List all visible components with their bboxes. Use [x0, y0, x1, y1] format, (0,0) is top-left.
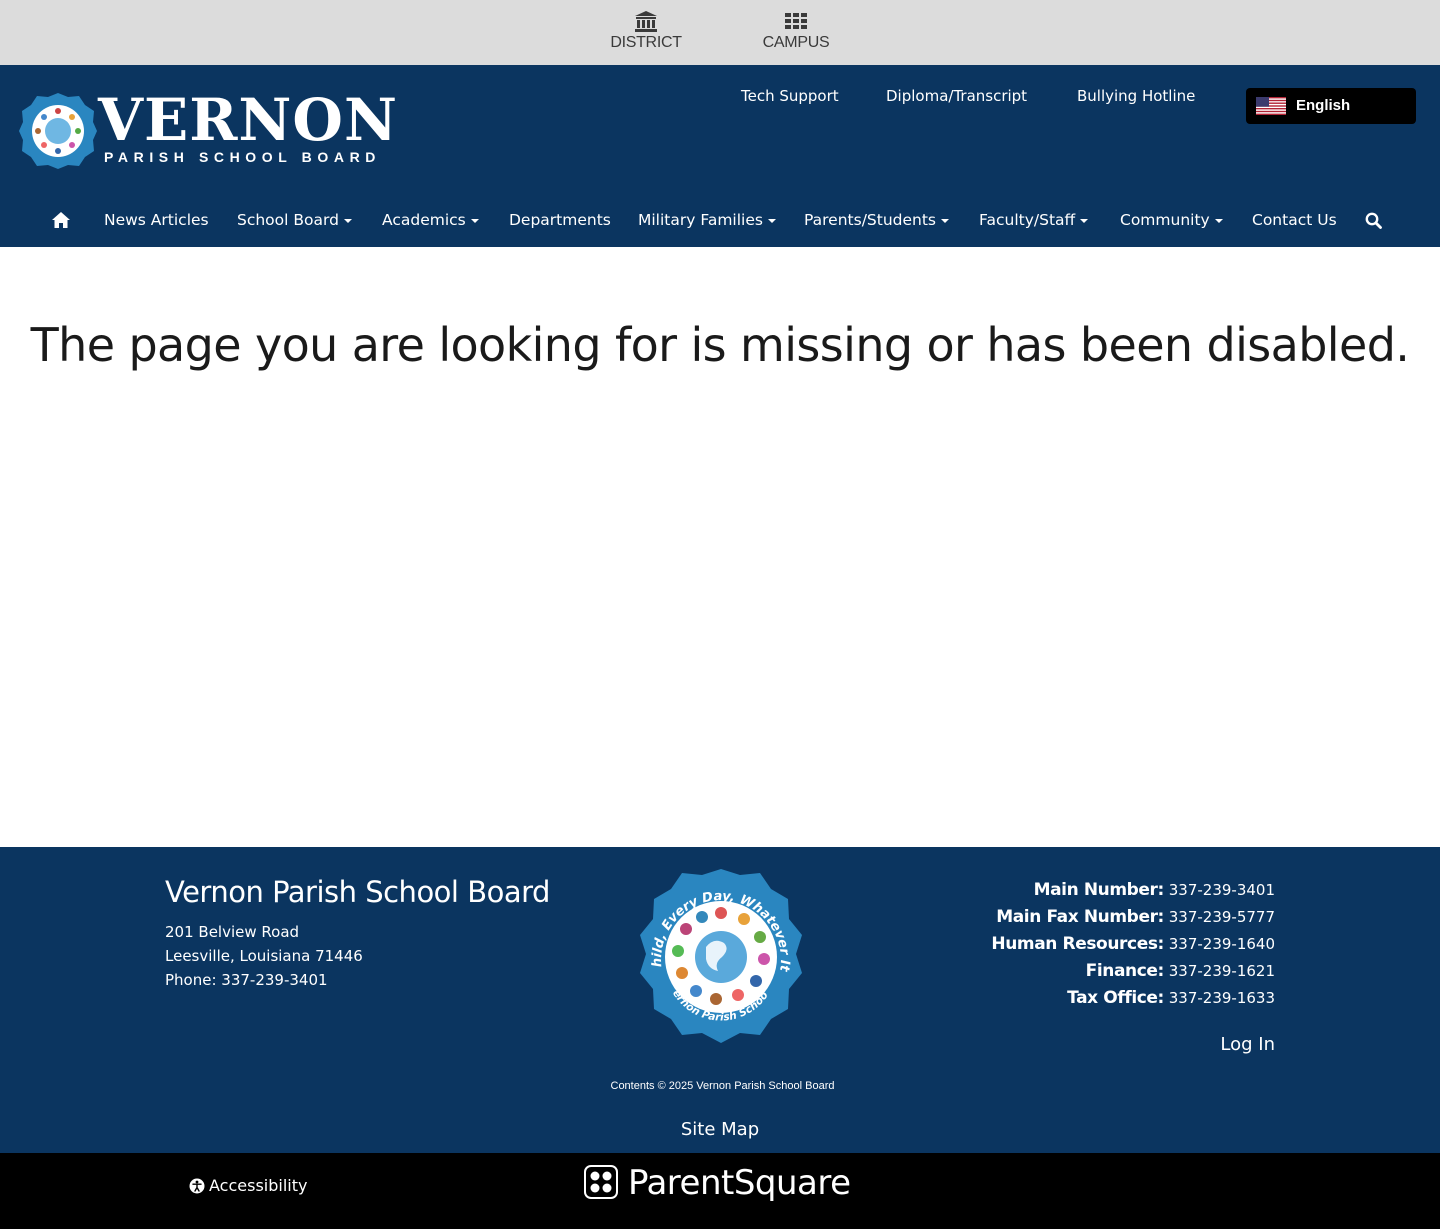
- language-selector[interactable]: English: [1246, 88, 1416, 124]
- caret-down-icon: [941, 218, 950, 223]
- site-header: VERNON PARISH SCHOOL BOARD Tech Support …: [0, 65, 1440, 247]
- district-label: DISTRICT: [610, 34, 682, 51]
- campus-label: CAMPUS: [762, 34, 830, 51]
- nav-community[interactable]: Community: [1120, 211, 1223, 229]
- accessibility-icon: [189, 1178, 205, 1194]
- nav-contact-us[interactable]: Contact Us: [1252, 211, 1337, 229]
- footer-org-name: Vernon Parish School Board: [165, 875, 550, 909]
- contact-human-resources: Human Resources: 337-239-1640: [991, 934, 1275, 954]
- footer-address-line2: Leesville, Louisiana 71446: [165, 947, 363, 965]
- contact-main-fax: Main Fax Number: 337-239-5777: [996, 907, 1275, 927]
- nav-school-board[interactable]: School Board: [237, 211, 352, 229]
- error-message: The page you are looking for is missing …: [30, 318, 1410, 372]
- nav-news-articles[interactable]: News Articles: [104, 211, 209, 229]
- footer-address-line1: 201 Belview Road: [165, 923, 300, 941]
- contact-main-number: Main Number: 337-239-3401: [1033, 880, 1275, 900]
- main-nav: News Articles School Board Academics Dep…: [40, 198, 1420, 244]
- site-footer: Vernon Parish School Board 201 Belview R…: [0, 847, 1440, 1153]
- nav-departments[interactable]: Departments: [509, 211, 611, 229]
- logo-seal-icon: [19, 93, 97, 169]
- language-label: English: [1296, 97, 1351, 114]
- nav-academics[interactable]: Academics: [382, 211, 479, 229]
- nav-parents-students[interactable]: Parents/Students: [804, 211, 950, 229]
- caret-down-icon: [767, 218, 776, 223]
- building-icon: [635, 11, 657, 32]
- bullying-hotline-link[interactable]: Bullying Hotline: [1077, 87, 1195, 105]
- top-bar: DISTRICT CAMPUS: [0, 0, 1440, 65]
- district-seal-logo: Every Child, Every Day, Whatever It Take…: [626, 867, 802, 1043]
- copyright-text: Contents © 2025 Vernon Parish School Boa…: [610, 1080, 835, 1092]
- home-icon[interactable]: [52, 212, 70, 232]
- contact-tax-office: Tax Office: 337-239-1633: [1067, 988, 1275, 1008]
- nav-faculty-staff[interactable]: Faculty/Staff: [979, 211, 1089, 229]
- login-link[interactable]: Log In: [1220, 1034, 1275, 1055]
- caret-down-icon: [470, 218, 479, 223]
- caret-down-icon: [1080, 218, 1089, 223]
- parentsquare-label: ParentSquare: [628, 1163, 851, 1203]
- logo-title: VERNON: [98, 86, 398, 154]
- district-link[interactable]: DISTRICT: [586, 10, 706, 52]
- parentsquare-icon: [584, 1165, 618, 1199]
- site-map-link[interactable]: Site Map: [0, 1119, 1440, 1140]
- caret-down-icon: [1214, 218, 1223, 223]
- accessibility-link[interactable]: Accessibility: [189, 1176, 307, 1195]
- search-icon[interactable]: [1365, 212, 1382, 233]
- logo-subtitle: PARISH SCHOOL BOARD: [104, 149, 382, 165]
- us-flag-icon: [1256, 97, 1286, 115]
- site-logo[interactable]: VERNON PARISH SCHOOL BOARD: [18, 86, 397, 175]
- bottom-bar: Accessibility ParentSquare: [0, 1153, 1440, 1229]
- nav-military-families[interactable]: Military Families: [638, 211, 776, 229]
- contact-finance: Finance: 337-239-1621: [1085, 961, 1275, 981]
- footer-phone: Phone: 337-239-3401: [165, 971, 328, 989]
- caret-down-icon: [343, 218, 352, 223]
- grid-icon: [785, 13, 807, 29]
- campus-link[interactable]: CAMPUS: [736, 10, 856, 52]
- tech-support-link[interactable]: Tech Support: [741, 87, 839, 105]
- diploma-transcript-link[interactable]: Diploma/Transcript: [886, 87, 1027, 105]
